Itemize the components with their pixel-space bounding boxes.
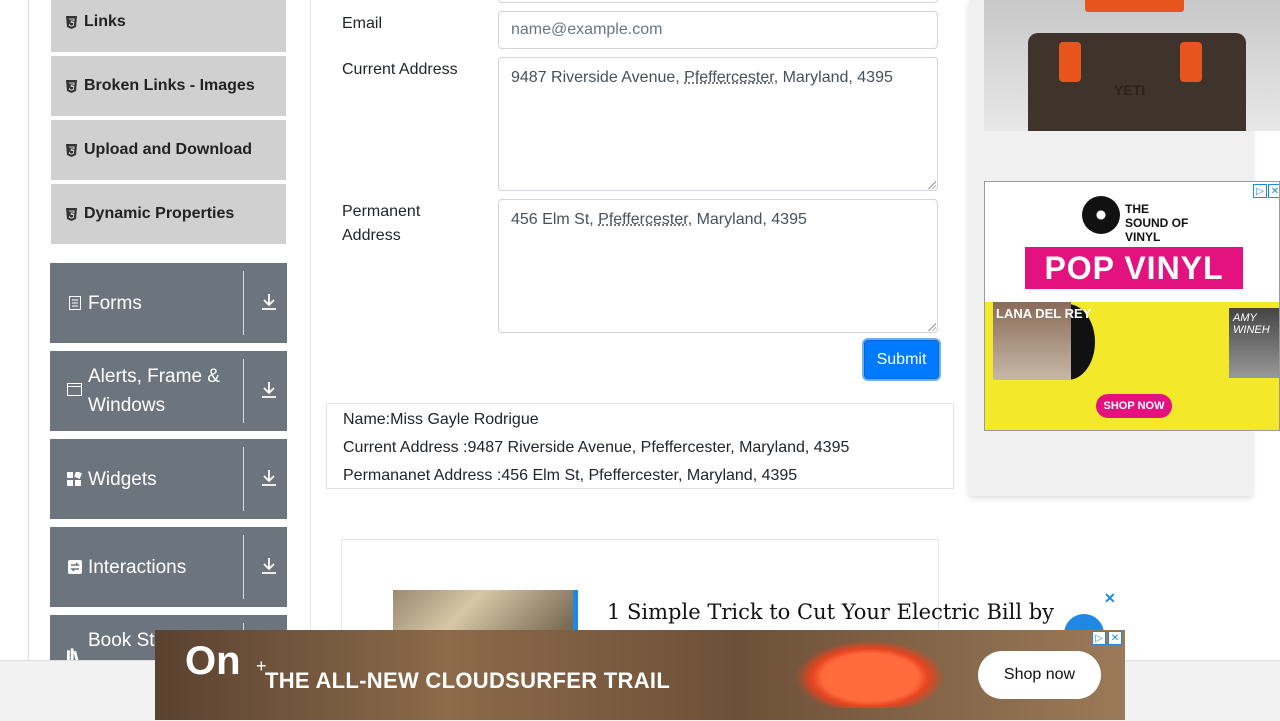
output-permanent-address: Permananet Address :456 Elm St, Pfefferc… bbox=[343, 467, 798, 484]
full-name-field[interactable] bbox=[498, 0, 938, 3]
download-icon[interactable] bbox=[258, 379, 280, 401]
sidebar-item-dynamic-properties[interactable]: Dynamic Properties bbox=[51, 184, 286, 245]
promo-close-icon[interactable]: ✕ bbox=[1104, 590, 1116, 607]
document-icon bbox=[67, 296, 82, 311]
group-separator bbox=[243, 447, 244, 511]
permanent-address-label: Permanent Address bbox=[342, 203, 421, 244]
bottom-banner-ad[interactable]: On + THE ALL-NEW CLOUDSURFER TRAIL Shop … bbox=[155, 630, 1125, 720]
email-label: Email bbox=[342, 15, 383, 32]
shoe-image bbox=[795, 640, 945, 708]
group-separator bbox=[243, 271, 244, 335]
email-placeholder: name@example.com bbox=[511, 21, 663, 38]
current-address-city: Pfeffercester bbox=[684, 69, 774, 86]
sidebar-group-widgets[interactable]: Widgets bbox=[50, 439, 287, 519]
permanent-address-city: Pfeffercester bbox=[598, 211, 688, 228]
group-label: Interactions bbox=[88, 556, 187, 578]
resize-handle[interactable] bbox=[928, 181, 936, 189]
current-address-label: Current Address bbox=[342, 61, 458, 78]
permanent-address-text: 456 Elm St, bbox=[511, 211, 599, 228]
output-current-address: Current Address :9487 Riverside Avenue, … bbox=[343, 439, 850, 456]
cooler-handle bbox=[1180, 42, 1202, 82]
banner-shop-now-button[interactable]: Shop now bbox=[978, 651, 1101, 699]
album-artist: LANA DEL REY bbox=[996, 306, 1092, 321]
sidebar-item-label: Dynamic Properties bbox=[84, 205, 235, 222]
pop-vinyl-title: POP VINYL bbox=[1025, 247, 1243, 289]
widgets-icon bbox=[67, 471, 82, 487]
vinyl-disc-icon bbox=[1082, 196, 1120, 234]
group-separator bbox=[243, 535, 244, 599]
left-border bbox=[28, 0, 29, 720]
window-icon bbox=[67, 382, 82, 397]
download-icon[interactable] bbox=[258, 467, 280, 489]
cooler-ad[interactable]: YETI bbox=[984, 0, 1280, 131]
submit-button[interactable]: Submit bbox=[864, 340, 939, 379]
cooler-handle bbox=[1059, 42, 1081, 82]
album-artist: AMY WINEH bbox=[1233, 312, 1270, 336]
interactions-icon bbox=[67, 560, 82, 575]
download-icon[interactable] bbox=[258, 555, 280, 577]
vinyl-sound-text: THE SOUND OF VINYL bbox=[1125, 202, 1189, 244]
cooler-shop-button[interactable] bbox=[1085, 0, 1184, 12]
email-field[interactable]: name@example.com bbox=[498, 11, 938, 49]
adchoices-icon[interactable]: ▷ bbox=[1253, 184, 1267, 198]
vinyl-shop-button[interactable]: SHOP NOW bbox=[1096, 394, 1172, 418]
current-address-field[interactable]: 9487 Riverside Avenue, Pfeffercester, Ma… bbox=[498, 57, 938, 191]
sidebar-item-label: Broken Links - Images bbox=[84, 77, 255, 94]
ad-close-icon[interactable]: ✕ bbox=[1108, 631, 1122, 645]
permanent-address-field[interactable]: 456 Elm St, Pfeffercester, Maryland, 439… bbox=[498, 199, 938, 333]
current-address-text: 9487 Riverside Avenue, bbox=[511, 69, 685, 86]
ad-close-icon[interactable]: ✕ bbox=[1268, 184, 1279, 198]
sidebar-group-interactions[interactable]: Interactions bbox=[50, 527, 287, 607]
group-label: Forms bbox=[88, 292, 142, 314]
banner-headline: THE ALL-NEW CLOUDSURFER TRAIL bbox=[265, 668, 671, 693]
output-name: Name:Miss Gayle Rodrigue bbox=[343, 411, 539, 428]
sidebar-item-label: Upload and Download bbox=[84, 141, 252, 158]
permanent-address-text-end: , Maryland, 4395 bbox=[687, 211, 807, 228]
html5-icon bbox=[65, 15, 77, 29]
promo-headline[interactable]: 1 Simple Trick to Cut Your Electric Bill… bbox=[607, 600, 1054, 624]
sidebar-divider bbox=[310, 0, 311, 720]
sidebar-item-upload-download[interactable]: Upload and Download bbox=[51, 120, 286, 181]
vinyl-ad[interactable]: THE SOUND OF VINYL POP VINYL LANA DEL RE… bbox=[984, 181, 1280, 431]
html5-icon bbox=[65, 207, 77, 221]
download-icon[interactable] bbox=[258, 291, 280, 313]
adchoices-icon[interactable]: ▷ bbox=[1092, 631, 1106, 645]
html5-icon bbox=[65, 143, 77, 157]
sidebar-item-label: Links bbox=[84, 13, 126, 30]
output-box: Name:Miss Gayle Rodrigue Current Address… bbox=[326, 403, 954, 489]
sidebar-item-broken-links[interactable]: Broken Links - Images bbox=[51, 56, 286, 117]
sidebar-group-forms[interactable]: Forms bbox=[50, 263, 287, 343]
current-address-text-end: , Maryland, 4395 bbox=[773, 69, 893, 86]
resize-handle[interactable] bbox=[928, 323, 936, 331]
group-separator bbox=[243, 359, 244, 423]
group-label: Alerts, Frame & Windows bbox=[88, 366, 220, 416]
cooler-logo: YETI bbox=[1114, 82, 1146, 98]
sidebar-item-links[interactable]: Links bbox=[51, 0, 286, 53]
on-logo: On bbox=[185, 639, 241, 683]
html5-icon bbox=[65, 79, 77, 93]
group-label: Widgets bbox=[88, 468, 157, 490]
sidebar-group-alerts[interactable]: Alerts, Frame & Windows bbox=[50, 351, 287, 431]
